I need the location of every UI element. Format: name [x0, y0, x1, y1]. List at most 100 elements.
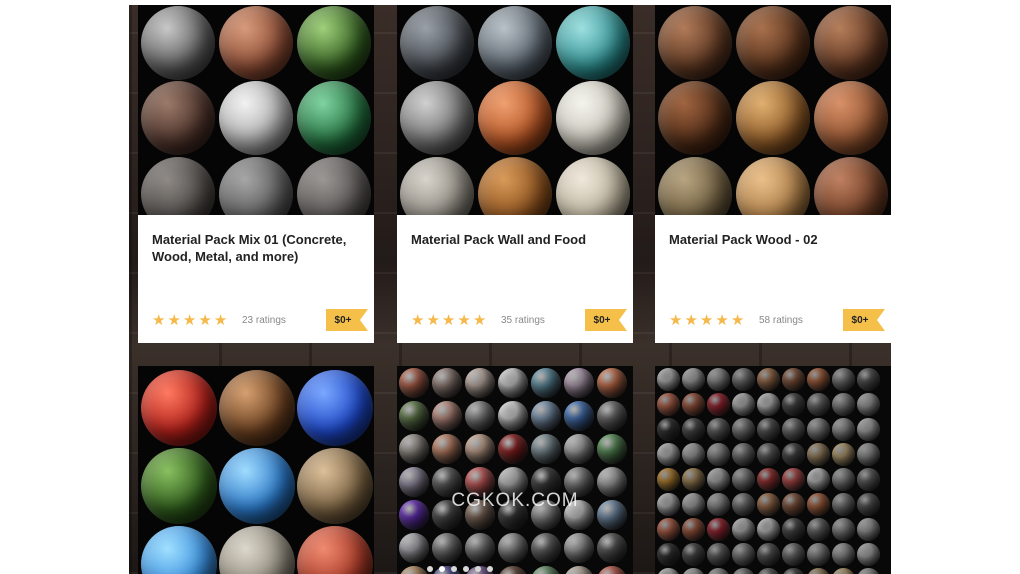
- material-sphere: [465, 401, 495, 431]
- material-sphere: [657, 493, 680, 516]
- product-card-1[interactable]: Material Pack Mix 01 (Concrete, Wood, Me…: [138, 5, 374, 343]
- star-icon: ★: [441, 312, 456, 329]
- material-sphere: [219, 81, 293, 155]
- price-badge: $0+: [843, 309, 885, 331]
- product-thumbnail-2[interactable]: [397, 5, 633, 215]
- material-sphere: [807, 468, 830, 491]
- star-icon: ★: [457, 312, 471, 329]
- material-sphere: [814, 81, 888, 155]
- material-sphere: [478, 81, 552, 155]
- material-sphere: [782, 493, 805, 516]
- material-sphere: [597, 401, 627, 431]
- material-sphere: [707, 418, 730, 441]
- material-sphere: [857, 568, 880, 574]
- star-icon: ★: [472, 312, 487, 329]
- carousel-dot[interactable]: [475, 566, 481, 572]
- material-sphere: [399, 434, 429, 464]
- material-sphere: [707, 393, 730, 416]
- product-title[interactable]: Material Pack Wood - 02: [669, 231, 879, 248]
- material-sphere: [682, 543, 705, 566]
- material-sphere: [141, 370, 217, 446]
- material-sphere: [782, 468, 805, 491]
- material-sphere: [682, 443, 705, 466]
- product-thumbnail-1[interactable]: [138, 5, 374, 215]
- product-thumbnail-3[interactable]: [655, 5, 891, 215]
- material-sphere: [707, 543, 730, 566]
- material-sphere: [736, 157, 810, 215]
- material-sphere: [141, 448, 217, 524]
- material-sphere: [657, 368, 680, 391]
- carousel-dot[interactable]: [427, 566, 433, 572]
- material-sphere: [782, 568, 805, 574]
- material-sphere: [556, 81, 630, 155]
- product-title[interactable]: Material Pack Wall and Food: [411, 231, 621, 248]
- material-sphere: [657, 518, 680, 541]
- material-sphere: [757, 368, 780, 391]
- material-sphere: [782, 418, 805, 441]
- material-sphere: [757, 393, 780, 416]
- material-sphere: [400, 6, 474, 80]
- ratings-count: 35 ratings: [501, 315, 545, 326]
- product-info-1: Material Pack Mix 01 (Concrete, Wood, Me…: [138, 215, 374, 343]
- material-sphere: [399, 566, 429, 574]
- material-sphere: [498, 434, 528, 464]
- material-sphere: [658, 6, 732, 80]
- material-sphere: [832, 393, 855, 416]
- material-sphere: [297, 157, 371, 215]
- star-icon: ★: [699, 312, 714, 329]
- material-sphere: [682, 568, 705, 574]
- material-sphere: [732, 393, 755, 416]
- material-sphere: [857, 518, 880, 541]
- product-info-3: Material Pack Wood - 02 ★ ★ ★ ★ ★ 58 rat…: [655, 215, 891, 343]
- price-badge: $0+: [585, 309, 627, 331]
- material-sphere: [297, 81, 371, 155]
- carousel-dot[interactable]: [439, 566, 445, 572]
- product-card-6[interactable]: [655, 366, 891, 574]
- material-sphere: [807, 543, 830, 566]
- material-sphere: [857, 393, 880, 416]
- material-sphere: [564, 533, 594, 563]
- material-sphere: [399, 533, 429, 563]
- product-card-3[interactable]: Material Pack Wood - 02 ★ ★ ★ ★ ★ 58 rat…: [655, 5, 891, 343]
- material-sphere: [857, 468, 880, 491]
- material-sphere: [531, 434, 561, 464]
- material-sphere: [682, 493, 705, 516]
- material-sphere: [564, 368, 594, 398]
- material-sphere: [707, 368, 730, 391]
- material-sphere: [657, 568, 680, 574]
- material-sphere: [531, 566, 561, 574]
- material-sphere: [400, 81, 474, 155]
- product-card-4[interactable]: [138, 366, 374, 574]
- material-sphere: [682, 518, 705, 541]
- carousel-dot[interactable]: [463, 566, 469, 572]
- material-sphere: [732, 518, 755, 541]
- material-sphere: [432, 533, 462, 563]
- material-sphere: [432, 434, 462, 464]
- material-sphere: [682, 393, 705, 416]
- carousel-dots[interactable]: [427, 566, 493, 572]
- product-card-2[interactable]: Material Pack Wall and Food ★ ★ ★ ★ ★ 35…: [397, 5, 633, 343]
- material-sphere: [832, 368, 855, 391]
- star-icon: ★: [411, 312, 425, 329]
- material-sphere: [297, 370, 373, 446]
- material-sphere: [498, 533, 528, 563]
- star-icon: ★: [182, 312, 197, 329]
- material-sphere: [465, 434, 495, 464]
- material-sphere: [597, 566, 627, 574]
- material-sphere: [857, 418, 880, 441]
- carousel-dot[interactable]: [487, 566, 493, 572]
- material-sphere: [832, 418, 855, 441]
- material-sphere: [400, 157, 474, 215]
- material-sphere: [814, 157, 888, 215]
- material-sphere: [564, 401, 594, 431]
- carousel-dot[interactable]: [451, 566, 457, 572]
- star-icon: ★: [167, 312, 181, 329]
- material-sphere: [297, 6, 371, 80]
- material-sphere: [219, 370, 295, 446]
- material-sphere: [657, 468, 680, 491]
- material-sphere: [219, 526, 295, 574]
- material-sphere: [219, 157, 293, 215]
- product-card-5[interactable]: CGKOK.COM: [397, 366, 633, 574]
- product-title[interactable]: Material Pack Mix 01 (Concrete, Wood, Me…: [152, 231, 362, 265]
- material-sphere: [832, 443, 855, 466]
